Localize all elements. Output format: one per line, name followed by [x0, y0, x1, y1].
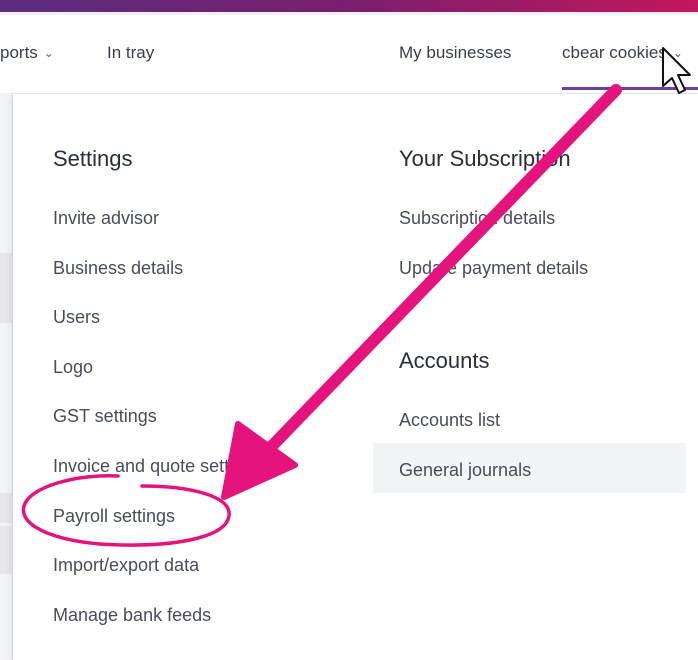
background-page-edge — [0, 93, 13, 660]
menu-item-update-payment-details[interactable]: Update payment details — [399, 258, 588, 279]
menu-item-invite-advisor[interactable]: Invite advisor — [53, 208, 159, 229]
menu-item-accounts-list[interactable]: Accounts list — [399, 410, 500, 431]
nav-account-menu[interactable]: cbear cookies ⌄ — [562, 43, 683, 63]
settings-heading: Settings — [53, 146, 133, 171]
app-page: ports ⌄ In tray My businesses cbear cooki… — [0, 0, 698, 660]
nav-reports-label: ports — [0, 43, 38, 62]
menu-item-general-journals[interactable]: General journals — [399, 460, 531, 481]
nav-reports[interactable]: ports ⌄ — [0, 43, 54, 63]
menu-item-invoice-quote-settings[interactable]: Invoice and quote settings — [53, 456, 262, 477]
menu-item-manage-bank-feeds[interactable]: Manage bank feeds — [53, 605, 211, 626]
menu-item-import-export-data[interactable]: Import/export data — [53, 555, 199, 576]
nav-my-businesses[interactable]: My businesses — [399, 43, 511, 63]
subscription-heading: Your Subscription — [399, 146, 571, 171]
menu-item-subscription-details[interactable]: Subscription details — [399, 208, 555, 229]
account-name: cbear cookies — [562, 43, 667, 62]
background-panel — [0, 526, 12, 574]
active-menu-underline — [562, 87, 698, 90]
menu-item-business-details[interactable]: Business details — [53, 258, 183, 279]
brand-accent-bar — [0, 0, 698, 12]
settings-dropdown-menu: Settings Invite advisor Business details… — [13, 93, 698, 660]
chevron-down-icon: ⌄ — [43, 46, 54, 60]
menu-item-logo[interactable]: Logo — [53, 357, 93, 378]
chevron-down-icon: ⌄ — [672, 46, 683, 60]
background-panel — [0, 493, 12, 523]
top-navigation: ports ⌄ In tray My businesses cbear cooki… — [0, 15, 698, 93]
background-panel — [0, 253, 12, 323]
menu-item-users[interactable]: Users — [53, 307, 100, 328]
menu-item-gst-settings[interactable]: GST settings — [53, 406, 157, 427]
accounts-heading: Accounts — [399, 348, 490, 373]
nav-in-tray[interactable]: In tray — [107, 43, 154, 63]
menu-item-payroll-settings[interactable]: Payroll settings — [53, 506, 175, 527]
